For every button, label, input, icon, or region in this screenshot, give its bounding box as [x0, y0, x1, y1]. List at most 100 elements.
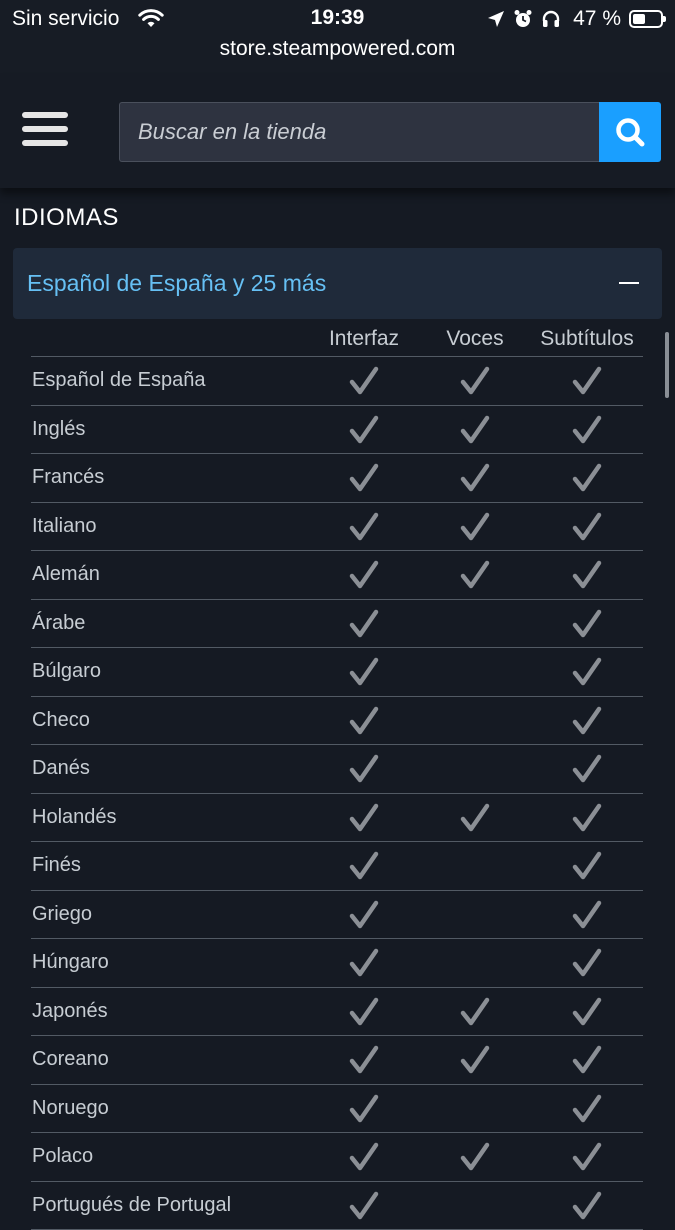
checkmark-icon — [344, 802, 384, 834]
column-header-subtitles: Subtítulos — [527, 327, 647, 351]
checkmark-icon — [567, 608, 607, 640]
headphones-icon — [541, 9, 561, 29]
cell-subtitles-supported — [567, 947, 607, 979]
language-name: Italiano — [32, 515, 97, 538]
cell-voices-supported — [455, 365, 495, 397]
checkmark-icon — [455, 462, 495, 494]
table-row: Italiano — [31, 503, 643, 552]
cell-interface-supported — [344, 947, 384, 979]
checkmark-icon — [455, 511, 495, 543]
cell-interface-supported — [344, 1190, 384, 1222]
cell-subtitles-supported — [567, 656, 607, 688]
checkmark-icon — [455, 802, 495, 834]
language-name: Coreano — [32, 1048, 109, 1071]
checkmark-icon — [344, 559, 384, 591]
store-header — [0, 76, 675, 188]
table-row: Danés — [31, 745, 643, 794]
cell-interface-supported — [344, 753, 384, 785]
checkmark-icon — [567, 559, 607, 591]
cell-interface-supported — [344, 559, 384, 591]
cell-subtitles-supported — [567, 899, 607, 931]
table-row: Portugués de Portugal — [31, 1182, 643, 1230]
battery-percentage: 47 % — [573, 7, 621, 31]
languages-table: Interfaz Voces Subtítulos Español de Esp… — [31, 322, 643, 1230]
languages-dropdown-toggle[interactable]: Español de España y 25 más — [13, 248, 662, 319]
checkmark-icon — [567, 462, 607, 494]
checkmark-icon — [567, 753, 607, 785]
checkmark-icon — [344, 656, 384, 688]
checkmark-icon — [567, 850, 607, 882]
language-name: Japonés — [32, 1000, 108, 1023]
cell-voices-supported — [455, 511, 495, 543]
cell-interface-supported — [344, 608, 384, 640]
checkmark-icon — [567, 414, 607, 446]
table-row: Noruego — [31, 1085, 643, 1134]
language-name: Búlgaro — [32, 660, 101, 683]
cell-subtitles-supported — [567, 1141, 607, 1173]
language-name: Finés — [32, 854, 81, 877]
url-bar[interactable]: store.steampowered.com — [0, 37, 675, 61]
cell-interface-supported — [344, 802, 384, 834]
scrollbar[interactable] — [665, 332, 669, 398]
checkmark-icon — [455, 365, 495, 397]
search-button[interactable] — [599, 102, 661, 162]
checkmark-icon — [344, 608, 384, 640]
language-name: Griego — [32, 903, 92, 926]
browser-top-bar: Sin servicio 19:39 47 % — [0, 0, 675, 76]
checkmark-icon — [344, 947, 384, 979]
checkmark-icon — [455, 414, 495, 446]
search-input[interactable] — [119, 102, 601, 162]
checkmark-icon — [344, 1190, 384, 1222]
language-name: Árabe — [32, 612, 85, 635]
table-row: Japonés — [31, 988, 643, 1037]
language-name: Español de España — [32, 369, 205, 392]
language-name: Noruego — [32, 1097, 109, 1120]
table-row: Húngaro — [31, 939, 643, 988]
checkmark-icon — [567, 899, 607, 931]
checkmark-icon — [344, 1093, 384, 1125]
table-header: Interfaz Voces Subtítulos — [31, 322, 643, 357]
cell-interface-supported — [344, 1093, 384, 1125]
cell-interface-supported — [344, 656, 384, 688]
checkmark-icon — [344, 705, 384, 737]
cell-voices-supported — [455, 462, 495, 494]
table-row: Alemán — [31, 551, 643, 600]
cell-subtitles-supported — [567, 1093, 607, 1125]
checkmark-icon — [455, 1141, 495, 1173]
checkmark-icon — [344, 996, 384, 1028]
language-name: Holandés — [32, 806, 117, 829]
table-row: Coreano — [31, 1036, 643, 1085]
checkmark-icon — [344, 511, 384, 543]
cell-subtitles-supported — [567, 414, 607, 446]
table-row: Búlgaro — [31, 648, 643, 697]
language-name: Checo — [32, 709, 90, 732]
cell-subtitles-supported — [567, 1190, 607, 1222]
cell-interface-supported — [344, 1141, 384, 1173]
language-name: Alemán — [32, 563, 100, 586]
table-row: Español de España — [31, 357, 643, 406]
table-row: Finés — [31, 842, 643, 891]
column-header-voices: Voces — [415, 327, 535, 351]
checkmark-icon — [567, 656, 607, 688]
cell-subtitles-supported — [567, 462, 607, 494]
hamburger-menu-icon[interactable] — [22, 112, 70, 152]
checkmark-icon — [455, 996, 495, 1028]
checkmark-icon — [567, 511, 607, 543]
checkmark-icon — [567, 1093, 607, 1125]
battery-level-fill — [633, 14, 645, 24]
cell-interface-supported — [344, 1044, 384, 1076]
cell-interface-supported — [344, 462, 384, 494]
cell-subtitles-supported — [567, 996, 607, 1028]
cell-interface-supported — [344, 996, 384, 1028]
checkmark-icon — [567, 1044, 607, 1076]
cell-voices-supported — [455, 1141, 495, 1173]
checkmark-icon — [567, 1141, 607, 1173]
cell-interface-supported — [344, 365, 384, 397]
checkmark-icon — [567, 947, 607, 979]
cell-voices-supported — [455, 1044, 495, 1076]
languages-summary: Español de España y 25 más — [27, 270, 326, 297]
checkmark-icon — [567, 1190, 607, 1222]
table-row: Holandés — [31, 794, 643, 843]
cell-interface-supported — [344, 850, 384, 882]
cell-interface-supported — [344, 414, 384, 446]
